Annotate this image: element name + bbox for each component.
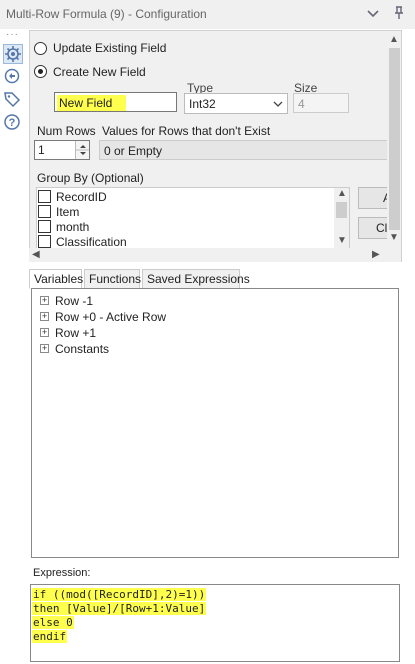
expression-line: if ((mod([RecordID],2)=1)) <box>32 588 207 601</box>
update-existing-radio[interactable] <box>34 42 47 55</box>
config-scroll-thumb[interactable] <box>389 48 400 230</box>
values-value: 0 or Empty <box>104 144 163 158</box>
config-panel: Update Existing Field Create New Field N… <box>29 30 402 262</box>
chevron-down-icon <box>273 98 283 112</box>
scroll-up-icon[interactable]: ▲ <box>389 34 399 45</box>
help-icon[interactable]: ? <box>3 113 23 133</box>
list-item-label: RecordID <box>56 190 107 204</box>
tab-functions[interactable]: Functions <box>84 269 141 289</box>
left-icon-bar: ··· ? <box>0 29 27 664</box>
tree-item-label: Row +0 - Active Row <box>55 310 167 324</box>
expression-line: endif <box>32 630 68 643</box>
tag-icon[interactable] <box>3 90 23 110</box>
values-label: Values for Rows that don't Exist <box>102 124 271 138</box>
size-value: 4 <box>298 97 305 111</box>
stepper-buttons[interactable] <box>75 141 89 159</box>
group-by-checkbox[interactable] <box>38 235 51 248</box>
group-by-checkbox[interactable] <box>38 220 51 233</box>
scroll-right-icon[interactable]: ▶ <box>372 249 380 260</box>
chevron-down-icon[interactable] <box>365 5 381 21</box>
list-item-label: Item <box>56 205 80 219</box>
tree-item-label: Row +1 <box>55 326 97 340</box>
expression-line: else 0 <box>32 616 74 629</box>
title-bar: Multi-Row Formula (9) - Configuration <box>0 0 415 29</box>
gear-icon[interactable] <box>3 44 23 64</box>
svg-text:?: ? <box>9 117 16 129</box>
drag-dots-icon: ··· <box>6 29 19 40</box>
expression-editor[interactable]: if ((mod([RecordID],2)=1)) then [Value]/… <box>30 584 400 662</box>
pin-icon[interactable] <box>391 5 407 21</box>
group-by-label: Group By (Optional) <box>37 171 144 185</box>
scroll-down-icon[interactable]: ▼ <box>389 232 399 243</box>
type-value: Int32 <box>189 97 216 111</box>
target-icon[interactable] <box>3 67 23 87</box>
variables-pane: + Row -1 + Row +0 - Active Row + Row +1 … <box>31 288 399 558</box>
expand-icon[interactable]: + <box>40 344 49 353</box>
new-field-value: New Field <box>57 95 127 111</box>
tree-item-label: Constants <box>55 342 110 356</box>
window-title: Multi-Row Formula (9) - Configuration <box>6 7 207 21</box>
group-by-checkbox[interactable] <box>38 205 51 218</box>
list-item-label: month <box>56 220 90 234</box>
num-rows-label: Num Rows <box>37 124 96 138</box>
list-scroll-thumb[interactable] <box>336 202 347 218</box>
group-by-checkbox[interactable] <box>38 190 51 203</box>
create-new-label: Create New Field <box>53 65 146 79</box>
expand-icon[interactable]: + <box>40 328 49 337</box>
list-item-label: Classification <box>56 235 127 249</box>
tree-item-label: Row -1 <box>55 294 94 308</box>
new-field-input[interactable]: New Field <box>54 92 177 112</box>
config-horizontal-scrollbar[interactable]: ◀ ▶ <box>29 248 401 262</box>
values-select[interactable]: 0 or Empty <box>99 140 399 160</box>
type-select[interactable]: Int32 <box>184 93 288 114</box>
list-scrollbar[interactable]: ▲ ▼ <box>334 188 349 248</box>
update-existing-label: Update Existing Field <box>53 41 167 55</box>
scroll-down-icon[interactable]: ▼ <box>337 235 347 246</box>
group-by-list[interactable]: RecordID Item month Classification ▲ ▼ <box>36 187 350 249</box>
expression-label: Expression: <box>33 567 91 579</box>
scroll-up-icon[interactable]: ▲ <box>337 188 347 199</box>
size-input: 4 <box>293 93 349 113</box>
create-new-radio[interactable] <box>34 65 47 78</box>
expand-icon[interactable]: + <box>40 312 49 321</box>
expand-icon[interactable]: + <box>40 296 49 305</box>
tab-saved-expressions[interactable]: Saved Expressions <box>142 269 250 289</box>
num-rows-value: 1 <box>38 143 45 157</box>
scroll-left-icon[interactable]: ◀ <box>32 249 40 260</box>
num-rows-stepper[interactable]: 1 <box>34 140 90 160</box>
expression-line: then [Value]/[Row+1:Value] <box>32 602 207 615</box>
tab-variables[interactable]: Variables <box>29 269 83 289</box>
